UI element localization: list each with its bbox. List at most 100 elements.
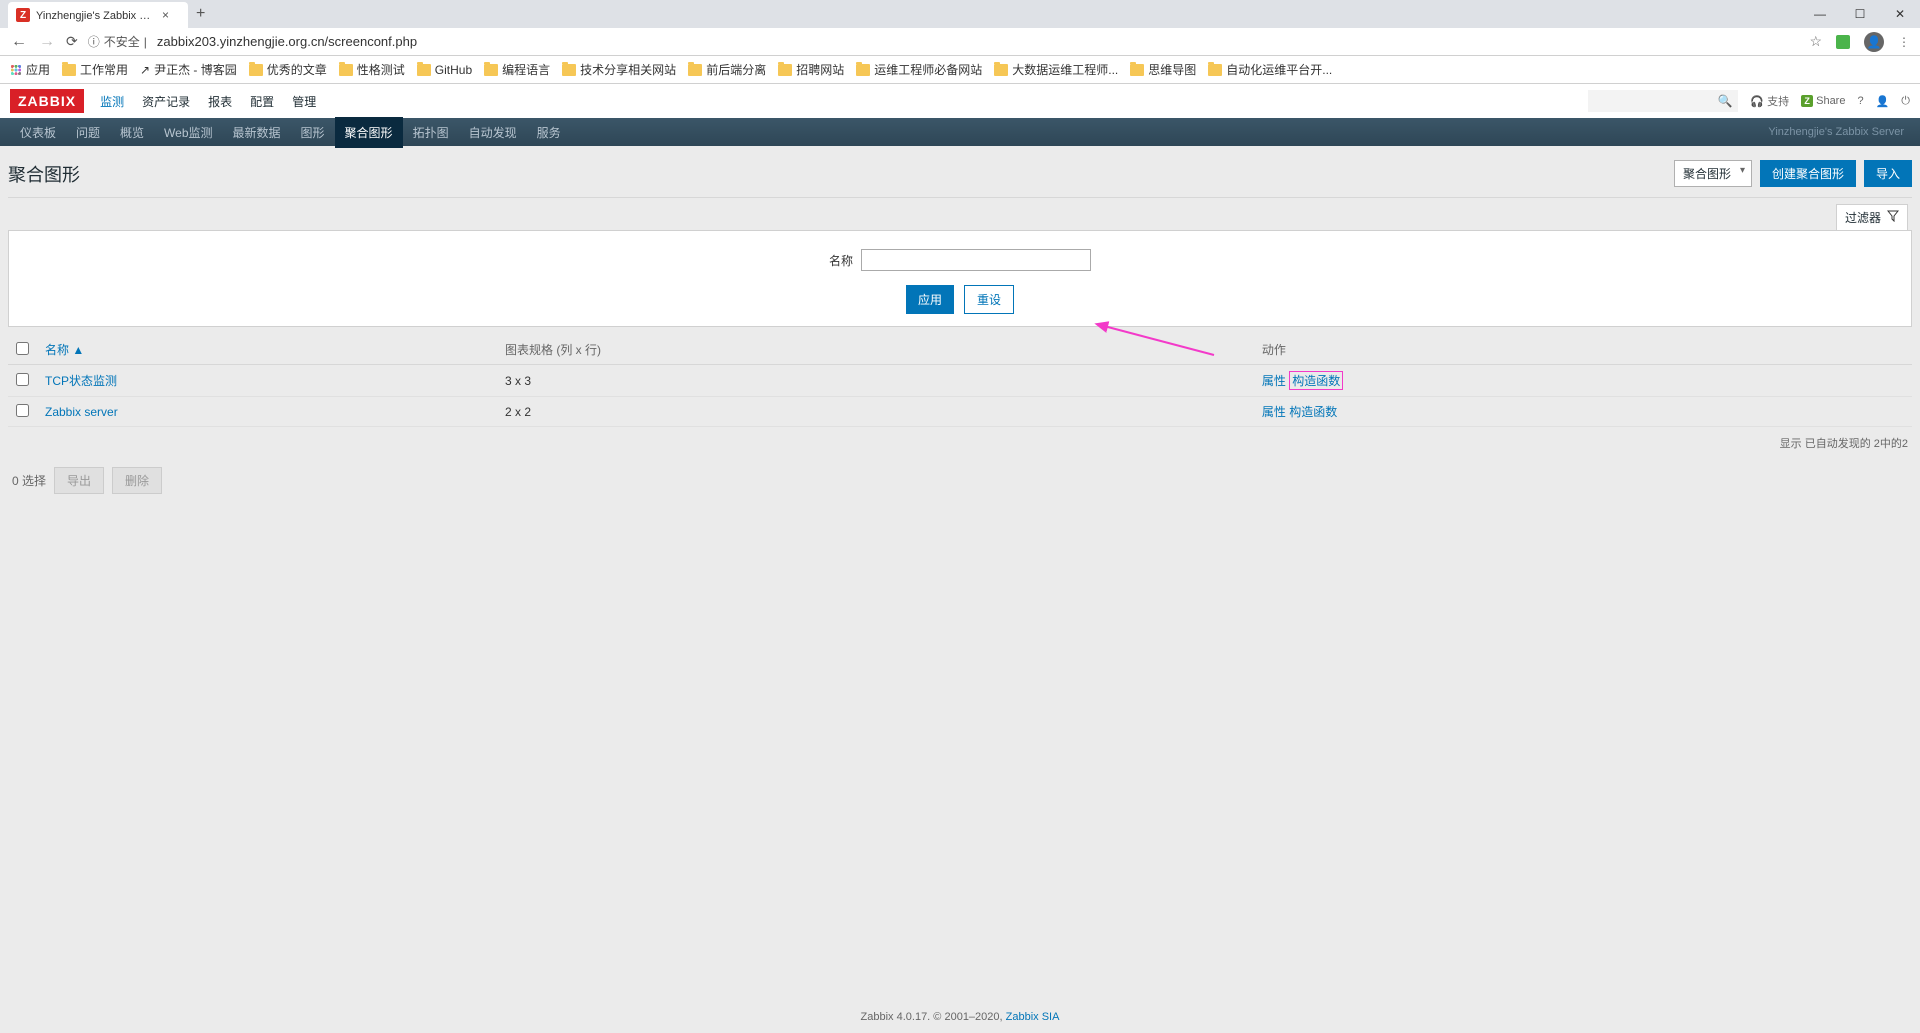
apps-label: 应用 (26, 61, 50, 78)
apps-button[interactable]: 应用 (10, 61, 50, 78)
close-icon[interactable]: × (162, 8, 169, 22)
apps-grid-icon (10, 64, 22, 76)
constructor-link[interactable]: 构造函数 (1292, 374, 1340, 388)
user-icon[interactable]: 👤 (1876, 95, 1890, 108)
funnel-icon (1887, 210, 1899, 225)
menu-reports[interactable]: 报表 (208, 93, 232, 110)
server-name: Yinzhengjie's Zabbix Server (1768, 126, 1910, 138)
delete-button[interactable]: 删除 (112, 467, 162, 494)
logout-icon[interactable]: ⏻ (1901, 95, 1910, 108)
screen-name-link[interactable]: TCP状态监测 (45, 374, 117, 388)
row-checkbox[interactable] (16, 404, 29, 417)
folder-icon (688, 64, 702, 76)
maximize-button[interactable]: ☐ (1840, 1, 1880, 27)
col-name-header[interactable]: 名称 ▲ (45, 343, 84, 357)
divider: | (144, 35, 147, 49)
filter-name-input[interactable] (861, 249, 1091, 271)
row-checkbox[interactable] (16, 373, 29, 386)
bookmark-item[interactable]: 前后端分离 (688, 61, 766, 78)
security-indicator[interactable]: ⓘ 不安全 | (88, 33, 147, 50)
annotation-arrow (1094, 320, 1224, 360)
screen-name-link[interactable]: Zabbix server (45, 405, 118, 419)
menu-icon[interactable]: ⋮ (1898, 35, 1910, 49)
filter-panel: 名称 应用 重设 (8, 230, 1912, 327)
zabbix-logo[interactable]: ZABBIX (10, 89, 84, 113)
import-button[interactable]: 导入 (1864, 160, 1912, 187)
reset-button[interactable]: 重设 (964, 285, 1014, 314)
col-actions-header: 动作 (1254, 335, 1912, 365)
create-screen-button[interactable]: 创建聚合图形 (1760, 160, 1856, 187)
sub-dashboard[interactable]: 仪表板 (10, 117, 66, 148)
menu-inventory[interactable]: 资产记录 (142, 93, 190, 110)
sub-screens[interactable]: 聚合图形 (335, 117, 403, 148)
reload-button[interactable]: ⟳ (66, 33, 78, 50)
sub-maps[interactable]: 拓扑图 (403, 117, 459, 148)
sub-discovery[interactable]: 自动发现 (459, 117, 527, 148)
search-icon[interactable]: 🔍 (1717, 94, 1732, 108)
minimize-button[interactable]: — (1800, 1, 1840, 27)
sub-problems[interactable]: 问题 (66, 117, 110, 148)
screen-type-select[interactable]: 聚合图形 (1674, 160, 1752, 187)
menu-monitor[interactable]: 监测 (100, 93, 124, 110)
extension-icon[interactable] (1836, 35, 1850, 49)
table-header-row: 名称 ▲ 图表规格 (列 x 行) 动作 (8, 335, 1912, 365)
properties-link[interactable]: 属性 (1262, 374, 1286, 388)
close-window-button[interactable]: ✕ (1880, 1, 1920, 27)
sub-services[interactable]: 服务 (527, 117, 571, 148)
bulk-action-row: 0 选择 导出 删除 (8, 459, 1912, 502)
footer-link[interactable]: Zabbix SIA (1006, 1011, 1060, 1023)
bookmark-item[interactable]: 思维导图 (1130, 61, 1196, 78)
share-link[interactable]: ZShare (1801, 95, 1845, 107)
folder-icon (778, 64, 792, 76)
sub-web[interactable]: Web监测 (154, 117, 222, 148)
addr-right: ☆ 👤 ⋮ (1809, 32, 1910, 52)
filter-tab[interactable]: 过滤器 (1836, 204, 1908, 230)
bookmark-item[interactable]: 工作常用 (62, 61, 128, 78)
menu-config[interactable]: 配置 (250, 93, 274, 110)
bookmark-item[interactable]: 招聘网站 (778, 61, 844, 78)
submenu: 仪表板 问题 概览 Web监测 最新数据 图形 聚合图形 拓扑图 自动发现 服务… (0, 118, 1920, 146)
url-text[interactable]: zabbix203.yinzhengjie.org.cn/screenconf.… (157, 34, 1800, 49)
page-footer: Zabbix 4.0.17. © 2001–2020, Zabbix SIA (0, 971, 1920, 1033)
export-button[interactable]: 导出 (54, 467, 104, 494)
bookmark-item[interactable]: 技术分享相关网站 (562, 61, 676, 78)
apply-button[interactable]: 应用 (906, 285, 954, 314)
bookmark-item[interactable]: 自动化运维平台开... (1208, 61, 1332, 78)
properties-link[interactable]: 属性 (1262, 405, 1286, 419)
screen-dim: 2 x 2 (497, 397, 1254, 427)
bookmark-item[interactable]: 大数据运维工程师... (994, 61, 1118, 78)
sub-latest[interactable]: 最新数据 (223, 117, 291, 148)
back-button[interactable]: ← (10, 33, 28, 51)
sub-graphs[interactable]: 图形 (291, 117, 335, 148)
sub-overview[interactable]: 概览 (110, 117, 154, 148)
search-input[interactable] (1588, 90, 1738, 112)
forward-button[interactable]: → (38, 33, 56, 51)
profile-avatar-icon[interactable]: 👤 (1864, 32, 1884, 52)
bookmark-item[interactable]: ↗尹正杰 - 博客园 (140, 61, 237, 78)
bookmark-item[interactable]: 性格测试 (339, 61, 405, 78)
bookmark-item[interactable]: 编程语言 (484, 61, 550, 78)
z-icon: Z (1801, 95, 1813, 107)
page-title-row: 聚合图形 聚合图形 创建聚合图形 导入 (8, 154, 1912, 198)
folder-icon (1208, 64, 1222, 76)
bookmark-item[interactable]: 运维工程师必备网站 (856, 61, 982, 78)
title-actions: 聚合图形 创建聚合图形 导入 (1674, 160, 1912, 187)
menu-admin[interactable]: 管理 (292, 93, 316, 110)
table-row: TCP状态监测 3 x 3 属性 构造函数 (8, 365, 1912, 397)
filter-field-row: 名称 (17, 249, 1903, 271)
folder-icon (484, 64, 498, 76)
selected-count: 0 选择 (12, 472, 46, 489)
support-link[interactable]: 🎧 支持 (1750, 93, 1789, 109)
new-tab-button[interactable]: + (196, 5, 205, 23)
folder-icon (562, 64, 576, 76)
constructor-link[interactable]: 构造函数 (1289, 405, 1337, 419)
browser-tab[interactable]: Z Yinzhengjie's Zabbix Server: 聚 × (8, 2, 188, 28)
select-all-checkbox[interactable] (16, 342, 29, 355)
screens-table: 名称 ▲ 图表规格 (列 x 行) 动作 TCP状态监测 3 x 3 属性 构造… (8, 335, 1912, 427)
bookmark-item[interactable]: 优秀的文章 (249, 61, 327, 78)
bookmark-star-icon[interactable]: ☆ (1809, 33, 1822, 50)
help-icon[interactable]: ? (1857, 95, 1863, 107)
screen-actions: 属性 构造函数 (1254, 365, 1912, 397)
bookmark-item[interactable]: GitHub (417, 63, 472, 77)
folder-icon (417, 64, 431, 76)
